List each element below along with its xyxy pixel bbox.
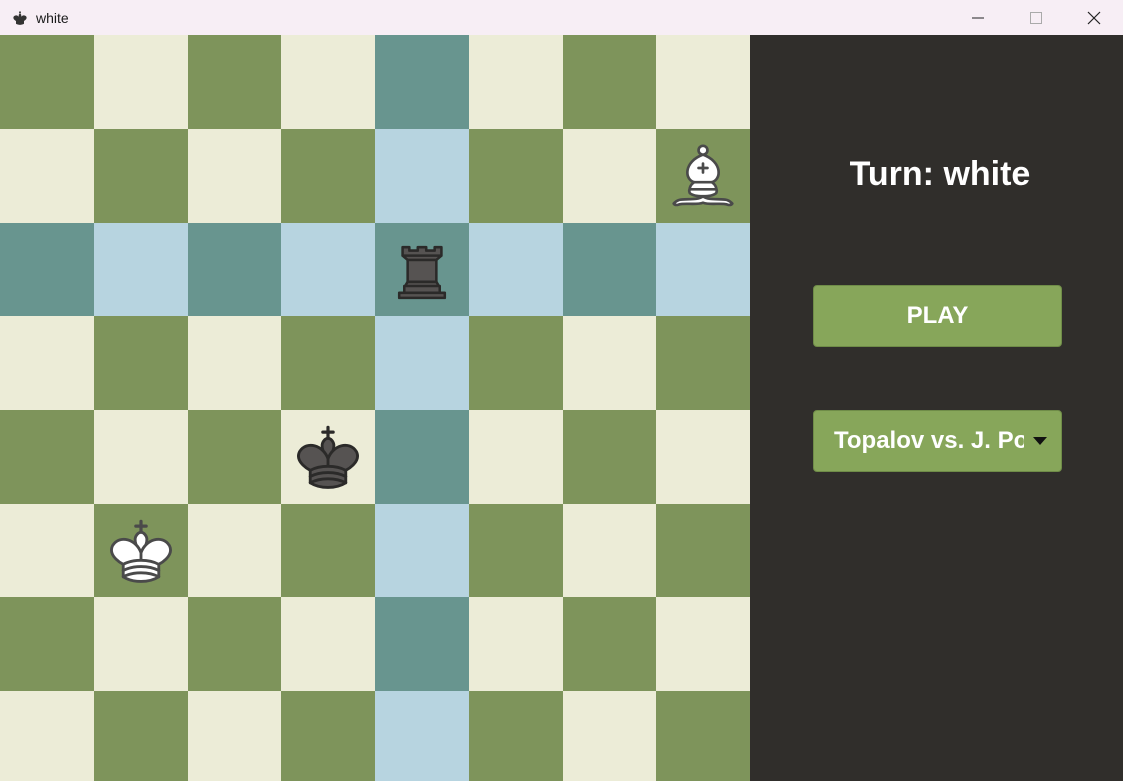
square-f8[interactable] bbox=[469, 35, 563, 129]
square-a7[interactable] bbox=[0, 129, 94, 223]
turn-label: Turn: white bbox=[849, 155, 1031, 193]
white-king-icon[interactable] bbox=[101, 511, 181, 591]
square-c5[interactable] bbox=[188, 316, 281, 410]
square-h8[interactable] bbox=[656, 35, 750, 129]
square-d4[interactable] bbox=[281, 410, 375, 504]
square-c2[interactable] bbox=[188, 597, 281, 691]
close-button[interactable] bbox=[1065, 0, 1123, 35]
square-d2[interactable] bbox=[281, 597, 375, 691]
square-g5[interactable] bbox=[563, 316, 656, 410]
game-select-value: Topalov vs. J. Po bbox=[834, 427, 1024, 454]
square-c8[interactable] bbox=[188, 35, 281, 129]
square-b8[interactable] bbox=[94, 35, 188, 129]
square-b1[interactable] bbox=[94, 691, 188, 781]
game-select-dropdown[interactable]: Topalov vs. J. Po bbox=[813, 410, 1062, 472]
square-d8[interactable] bbox=[281, 35, 375, 129]
square-h7[interactable] bbox=[656, 129, 750, 223]
square-b2[interactable] bbox=[94, 597, 188, 691]
square-c6[interactable] bbox=[188, 223, 281, 316]
square-a6[interactable] bbox=[0, 223, 94, 316]
square-g1[interactable] bbox=[563, 691, 656, 781]
square-g6[interactable] bbox=[563, 223, 656, 316]
square-f4[interactable] bbox=[469, 410, 563, 504]
square-b5[interactable] bbox=[94, 316, 188, 410]
close-icon bbox=[1087, 11, 1101, 24]
square-d5[interactable] bbox=[281, 316, 375, 410]
window-title: white bbox=[36, 9, 69, 26]
minimize-icon bbox=[972, 17, 984, 18]
square-e8[interactable] bbox=[375, 35, 469, 129]
maximize-button[interactable] bbox=[1007, 0, 1065, 35]
square-e6[interactable] bbox=[375, 223, 469, 316]
square-f5[interactable] bbox=[469, 316, 563, 410]
square-f7[interactable] bbox=[469, 129, 563, 223]
square-a3[interactable] bbox=[0, 504, 94, 597]
minimize-button[interactable] bbox=[949, 0, 1007, 35]
square-a4[interactable] bbox=[0, 410, 94, 504]
square-h1[interactable] bbox=[656, 691, 750, 781]
chevron-down-icon bbox=[1033, 437, 1047, 445]
title-bar: white bbox=[0, 0, 1123, 35]
square-b4[interactable] bbox=[94, 410, 188, 504]
black-king-icon[interactable] bbox=[288, 417, 368, 497]
square-c1[interactable] bbox=[188, 691, 281, 781]
square-h4[interactable] bbox=[656, 410, 750, 504]
square-d3[interactable] bbox=[281, 504, 375, 597]
square-b3[interactable] bbox=[94, 504, 188, 597]
square-d6[interactable] bbox=[281, 223, 375, 316]
square-h5[interactable] bbox=[656, 316, 750, 410]
maximize-icon bbox=[1030, 11, 1042, 24]
square-c3[interactable] bbox=[188, 504, 281, 597]
square-f3[interactable] bbox=[469, 504, 563, 597]
square-g8[interactable] bbox=[563, 35, 656, 129]
square-f1[interactable] bbox=[469, 691, 563, 781]
square-e5[interactable] bbox=[375, 316, 469, 410]
square-e1[interactable] bbox=[375, 691, 469, 781]
square-b6[interactable] bbox=[94, 223, 188, 316]
square-e2[interactable] bbox=[375, 597, 469, 691]
square-e4[interactable] bbox=[375, 410, 469, 504]
square-d1[interactable] bbox=[281, 691, 375, 781]
square-a2[interactable] bbox=[0, 597, 94, 691]
square-f2[interactable] bbox=[469, 597, 563, 691]
white-bishop-icon[interactable] bbox=[663, 136, 743, 216]
square-g2[interactable] bbox=[563, 597, 656, 691]
square-g7[interactable] bbox=[563, 129, 656, 223]
square-h3[interactable] bbox=[656, 504, 750, 597]
play-button[interactable]: PLAY bbox=[813, 285, 1062, 347]
black-king-icon bbox=[10, 8, 30, 28]
chess-board[interactable] bbox=[0, 35, 750, 781]
side-panel: Turn: white PLAY Topalov vs. J. Po bbox=[750, 35, 1123, 781]
square-c7[interactable] bbox=[188, 129, 281, 223]
square-a1[interactable] bbox=[0, 691, 94, 781]
square-h2[interactable] bbox=[656, 597, 750, 691]
square-d7[interactable] bbox=[281, 129, 375, 223]
black-rook-icon[interactable] bbox=[384, 232, 460, 308]
square-e7[interactable] bbox=[375, 129, 469, 223]
square-g3[interactable] bbox=[563, 504, 656, 597]
square-h6[interactable] bbox=[656, 223, 750, 316]
square-c4[interactable] bbox=[188, 410, 281, 504]
square-e3[interactable] bbox=[375, 504, 469, 597]
square-b7[interactable] bbox=[94, 129, 188, 223]
square-g4[interactable] bbox=[563, 410, 656, 504]
square-a5[interactable] bbox=[0, 316, 94, 410]
square-a8[interactable] bbox=[0, 35, 94, 129]
square-f6[interactable] bbox=[469, 223, 563, 316]
